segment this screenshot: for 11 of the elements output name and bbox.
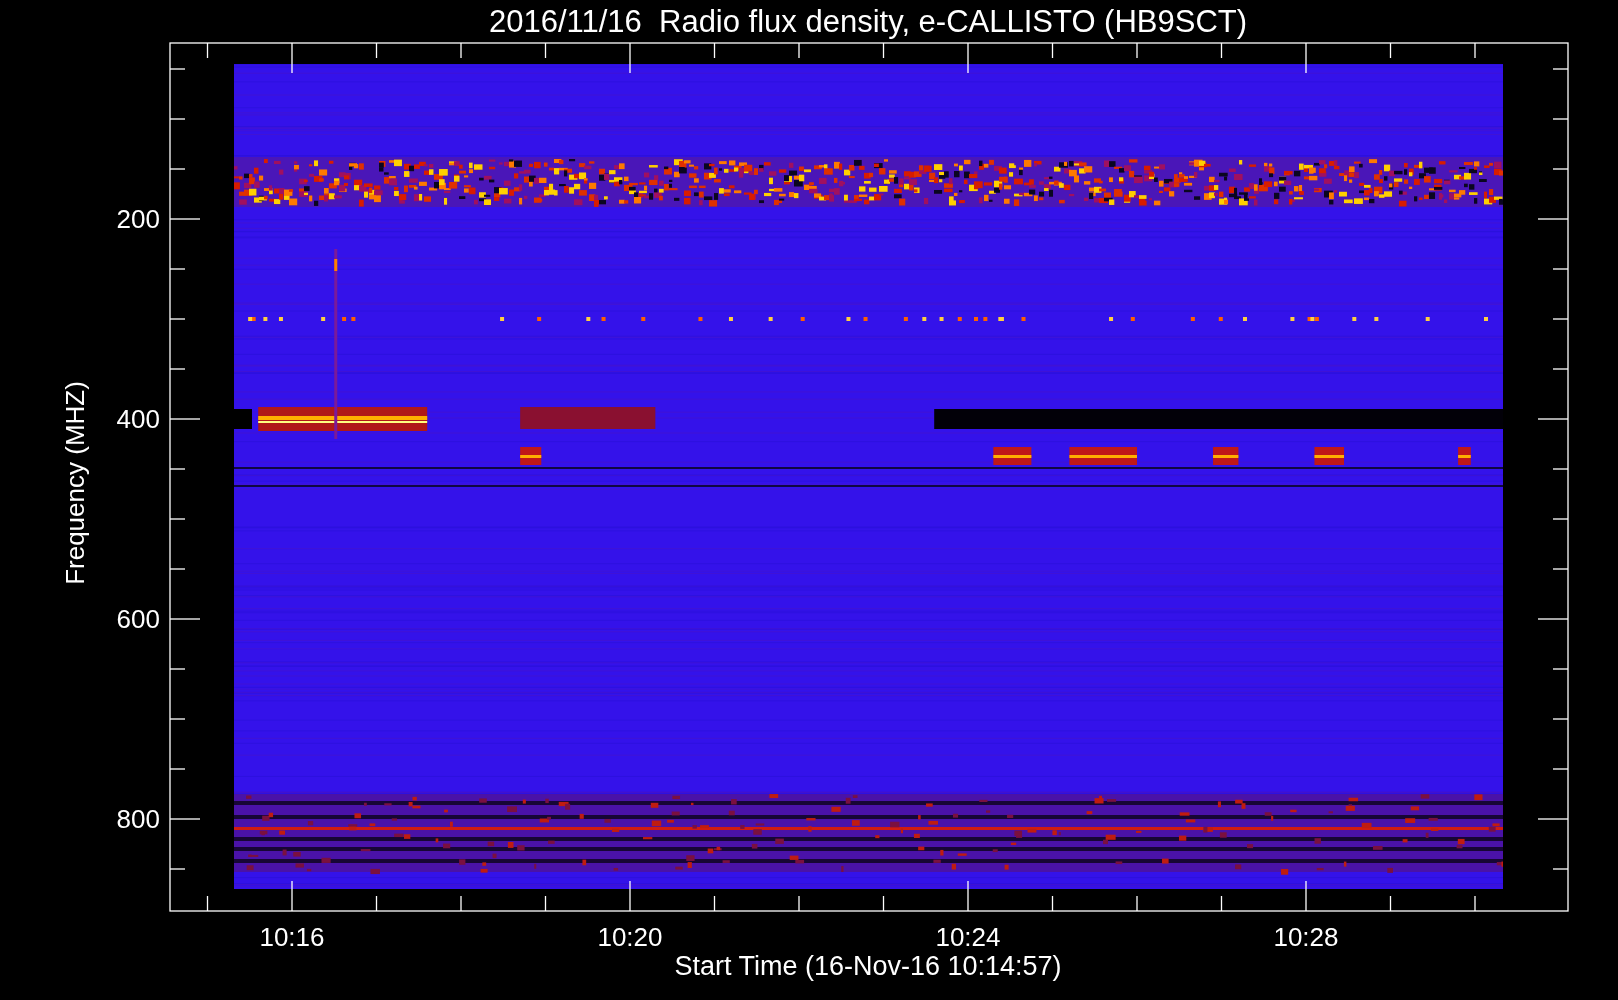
- y-tick-label: 400: [116, 404, 160, 434]
- x-tick-label: 10:20: [597, 922, 663, 952]
- x-tick-label: 10:28: [1273, 922, 1339, 952]
- y-axis-label: Frequency (MHZ): [60, 381, 90, 585]
- y-tick-label: 200: [116, 204, 160, 234]
- x-tick-label: 10:16: [259, 922, 325, 952]
- y-tick-label: 600: [116, 604, 160, 634]
- x-tick-label: 10:24: [935, 922, 1001, 952]
- chart-title: 2016/11/16 Radio flux density, e-CALLISTO (HB9SCT): [488, 4, 1248, 39]
- y-tick-label: 800: [116, 804, 160, 834]
- x-axis-label: Start Time (16-Nov-16 10:14:57): [674, 951, 1062, 981]
